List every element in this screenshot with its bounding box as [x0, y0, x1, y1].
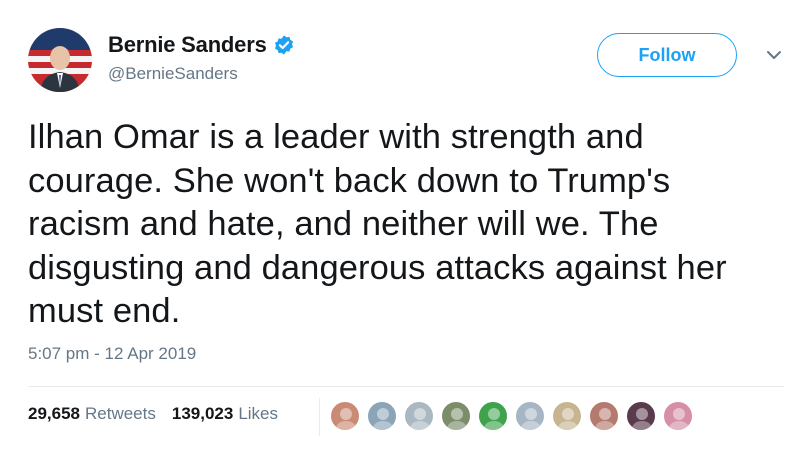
liker-avatar[interactable]	[589, 401, 619, 431]
tweet-stats: 29,658 Retweets 139,023 Likes	[28, 404, 294, 424]
divider	[28, 386, 784, 387]
display-name[interactable]: Bernie Sanders	[108, 32, 267, 58]
likes-count: 139,023	[171, 404, 234, 423]
chevron-down-icon[interactable]	[765, 48, 783, 62]
likes-stat[interactable]: 139,023 Likes	[172, 404, 278, 424]
liker-avatar[interactable]	[478, 401, 508, 431]
tweet-timestamp[interactable]: 5:07 pm - 12 Apr 2019	[28, 344, 196, 364]
liker-avatar[interactable]	[552, 401, 582, 431]
likes-label: Likes	[238, 404, 279, 423]
account-info: Bernie Sanders @BernieSanders	[108, 32, 295, 84]
retweets-count: 29,658	[28, 404, 80, 423]
tweet-text-line: courage. She won't back down to Trump's	[28, 161, 671, 200]
liker-avatar[interactable]	[367, 401, 397, 431]
follow-button[interactable]: Follow	[597, 33, 737, 77]
retweets-label: Retweets	[85, 404, 156, 423]
tweet-text: Ilhan Omar is a leader with strength and…	[28, 116, 788, 334]
liker-avatar[interactable]	[626, 401, 656, 431]
verified-badge-icon	[274, 35, 293, 55]
liker-avatar[interactable]	[330, 401, 360, 431]
tweet-text-line: Ilhan Omar is a leader with strength and	[28, 118, 644, 156]
avatar-photo	[28, 28, 92, 92]
profile-avatar[interactable]	[28, 28, 92, 92]
tweet-text-line: disgusting and dangerous attacks against…	[28, 248, 727, 287]
liker-avatar[interactable]	[404, 401, 434, 431]
name-row: Bernie Sanders	[108, 32, 295, 58]
tweet-header: Bernie Sanders @BernieSanders Follow	[28, 28, 788, 98]
retweets-stat[interactable]: 29,658 Retweets	[28, 404, 156, 424]
liker-avatar[interactable]	[441, 401, 471, 431]
liker-avatars	[330, 401, 700, 431]
liker-avatar[interactable]	[515, 401, 545, 431]
tweet-text-line: must end.	[28, 292, 181, 330]
tweet-text-line: racism and hate, and neither will we. Th…	[28, 205, 659, 243]
liker-avatar[interactable]	[663, 401, 693, 431]
account-handle[interactable]: @BernieSanders	[108, 64, 295, 84]
stats-separator	[319, 398, 320, 436]
